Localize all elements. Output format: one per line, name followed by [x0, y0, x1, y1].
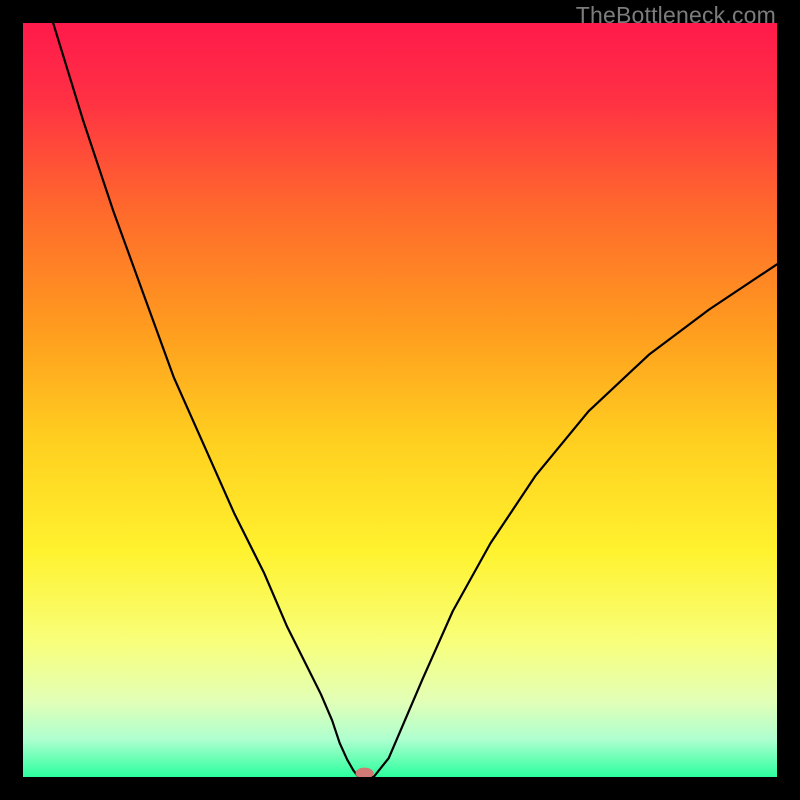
plot-area	[23, 23, 777, 777]
chart-frame: TheBottleneck.com	[0, 0, 800, 800]
gradient-background	[23, 23, 777, 777]
chart-canvas	[23, 23, 777, 777]
